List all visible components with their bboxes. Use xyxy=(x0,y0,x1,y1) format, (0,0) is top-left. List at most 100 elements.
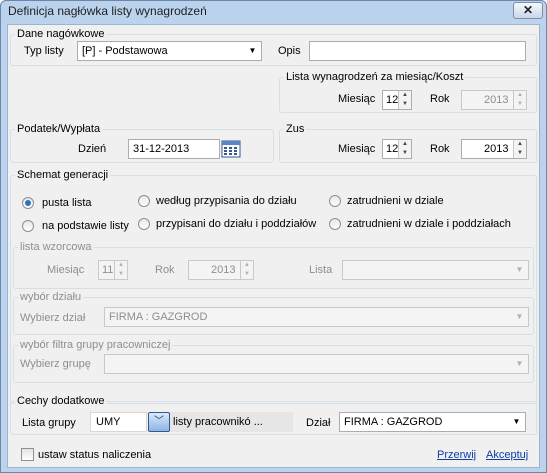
wybierz-grupe-label: Wybierz grupę xyxy=(20,358,91,370)
group-title: Lista wynagrodzeń za miesiąc/Koszt xyxy=(284,71,466,83)
dzien-label: Dzień xyxy=(78,143,107,155)
spin-up-icon[interactable]: ▲ xyxy=(399,140,411,149)
spin-buttons: ▲ ▼ xyxy=(240,261,253,279)
chevron-down-icon[interactable]: ▼ xyxy=(508,413,525,431)
group-title: Cechy dodatkowe xyxy=(15,395,107,407)
group-title: wybór działu xyxy=(18,291,84,303)
radio-label[interactable]: według przypisania do działu xyxy=(156,194,297,208)
dzial-label: Dział xyxy=(306,417,331,429)
radio-przypisani-poddzialy[interactable] xyxy=(138,218,150,230)
przerwij-link[interactable]: Przerwij xyxy=(437,448,476,462)
wybierz-dzial-value: FIRMA : GAZGROD xyxy=(109,311,208,323)
radio-label[interactable]: pusta lista xyxy=(42,196,92,210)
radio-label[interactable]: zatrudnieni w dziale i poddziałach xyxy=(347,217,511,231)
spin-up-icon: ▲ xyxy=(244,262,250,268)
typ-listy-combo[interactable]: [P] - Podstawowa ▼ xyxy=(77,41,262,61)
dialog-client: Dane nagówkowe Typ listy [P] - Podstawow… xyxy=(7,24,540,468)
lista-rok-spinner: 2013 ▲ ▼ xyxy=(461,90,527,110)
group-title: Zus xyxy=(284,123,307,135)
zus-miesiac-label: Miesiąc xyxy=(338,143,376,155)
wybierz-dzial-label: Wybierz dział xyxy=(20,312,86,324)
zus-rok-spinner[interactable]: 2013 ▲ ▼ xyxy=(461,139,527,159)
chevron-down-icon: ▼ xyxy=(515,359,524,368)
opis-input[interactable] xyxy=(309,41,526,61)
listy-pracownikow-field[interactable]: listy pracownikó ... xyxy=(170,412,293,432)
chevron-down-icon: ▼ xyxy=(515,265,524,274)
wzorcowa-rok-value: 2013 xyxy=(211,264,236,276)
dialog-window: Definicja nagłówka listy wynagrodzeń ✕ D… xyxy=(0,0,547,473)
dzial-combo[interactable]: FIRMA : GAZGROD ▼ xyxy=(339,412,526,432)
group-podatek-wyplata: Podatek/Wypłata Dzień 31-12-2013 xyxy=(10,123,274,163)
title-bar[interactable]: Definicja nagłówka listy wynagrodzeń ✕ xyxy=(1,1,546,22)
wybierz-grupe-combo: ▼ xyxy=(104,354,529,374)
group-zus: Zus Miesiąc 12 ▲ ▼ Rok 2013 ▲ ▼ xyxy=(279,123,537,163)
wzorcowa-rok-label: Rok xyxy=(155,264,175,276)
radio-zatrudnieni-w-dziale[interactable] xyxy=(329,195,341,207)
spin-buttons: ▲ ▼ xyxy=(114,261,127,279)
wybierz-dzial-combo: FIRMA : GAZGROD ▼ xyxy=(104,307,529,327)
akceptuj-link[interactable]: Akceptuj xyxy=(486,448,528,462)
wzorcowa-miesiac-value: 11 xyxy=(102,264,114,276)
radio-zatrudnieni-poddzialy[interactable] xyxy=(329,218,341,230)
dzial-value: FIRMA : GAZGROD xyxy=(344,416,443,428)
calendar-icon[interactable] xyxy=(221,140,241,158)
lista-grupy-dropdown-button[interactable]: ﹀ xyxy=(148,412,170,432)
wzorcowa-rok-spinner: 2013 ▲ ▼ xyxy=(188,260,254,280)
zus-miesiac-spinner[interactable]: 12 ▲ ▼ xyxy=(382,139,412,159)
lista-grupy-input[interactable]: UMY xyxy=(90,412,147,432)
radio-wedlug-przypisania[interactable] xyxy=(138,195,150,207)
spin-down-icon[interactable]: ▼ xyxy=(399,149,411,158)
zus-rok-value: 2013 xyxy=(484,143,509,155)
chevron-down-icon: ▼ xyxy=(515,312,524,321)
status-checkbox-label[interactable]: ustaw status naliczenia xyxy=(38,448,151,462)
spin-down-icon: ▼ xyxy=(517,101,523,107)
zus-miesiac-value: 12 xyxy=(386,143,399,155)
group-cechy-dodatkowe: Cechy dodatkowe Lista grupy UMY ﹀ listy … xyxy=(10,395,537,435)
lista-miesiac-spinner[interactable]: 12 ▲ ▼ xyxy=(382,90,412,110)
spin-buttons[interactable]: ▲ ▼ xyxy=(513,140,526,158)
spin-up-icon[interactable]: ▲ xyxy=(514,140,526,149)
spin-down-icon: ▼ xyxy=(118,271,124,277)
wzorcowa-lista-label: Lista xyxy=(309,264,333,276)
dzien-input[interactable]: 31-12-2013 xyxy=(128,139,220,159)
lista-rok-value: 2013 xyxy=(484,94,509,106)
spin-up-icon: ▲ xyxy=(517,92,523,98)
dzien-value: 31-12-2013 xyxy=(133,143,190,155)
group-title: Dane nagówkowe xyxy=(15,28,107,40)
close-button[interactable]: ✕ xyxy=(513,2,543,19)
group-title: wybór filtra grupy pracowniczej xyxy=(18,339,173,351)
group-lista-wzorcowa: lista wzorcowa Miesiąc 11 ▲ ▼ Rok 2013 ▲ ▼… xyxy=(13,241,534,289)
chevron-down-icon[interactable]: ▼ xyxy=(244,42,261,60)
group-wybor-dzialu: wybór działu Wybierz dział FIRMA : GAZGR… xyxy=(13,291,534,335)
group-schemat-generacji: Schemat generacji pusta lista według prz… xyxy=(10,169,537,404)
spin-buttons[interactable]: ▲ ▼ xyxy=(398,91,411,109)
radio-label[interactable]: zatrudnieni w dziale xyxy=(347,194,444,208)
chevron-down-icon: ﹀ xyxy=(154,416,164,427)
lista-rok-label: Rok xyxy=(430,93,450,105)
spin-buttons: ▲ ▼ xyxy=(513,91,526,109)
radio-pusta-lista[interactable] xyxy=(22,197,34,209)
wzorcowa-lista-combo: ▼ xyxy=(342,260,529,280)
spin-down-icon[interactable]: ▼ xyxy=(514,149,526,158)
lista-grupy-label: Lista grupy xyxy=(22,417,76,429)
lista-miesiac-value: 12 xyxy=(386,94,399,106)
radio-label[interactable]: przypisani do działu i poddziałów xyxy=(156,217,316,231)
group-dane-naglowkowe: Dane nagówkowe Typ listy [P] - Podstawow… xyxy=(10,28,537,66)
group-wybor-grupy: wybór filtra grupy pracowniczej Wybierz … xyxy=(13,339,534,383)
zus-rok-label: Rok xyxy=(430,143,450,155)
group-title: lista wzorcowa xyxy=(18,241,94,253)
status-checkbox[interactable] xyxy=(21,448,34,461)
spin-down-icon[interactable]: ▼ xyxy=(399,100,411,109)
radio-label[interactable]: na podstawie listy xyxy=(42,219,129,233)
spin-up-icon: ▲ xyxy=(118,262,124,268)
group-title: Podatek/Wypłata xyxy=(15,123,103,135)
spin-down-icon: ▼ xyxy=(244,271,250,277)
typ-listy-value: [P] - Podstawowa xyxy=(82,45,168,57)
spin-buttons[interactable]: ▲ ▼ xyxy=(398,140,411,158)
wzorcowa-miesiac-spinner: 11 ▲ ▼ xyxy=(98,260,128,280)
window-title: Definicja nagłówka listy wynagrodzeń xyxy=(8,4,207,18)
spin-up-icon[interactable]: ▲ xyxy=(399,91,411,100)
wzorcowa-miesiac-label: Miesiąc xyxy=(47,264,85,276)
opis-label: Opis xyxy=(278,45,301,57)
radio-na-podstawie-listy[interactable] xyxy=(22,220,34,232)
